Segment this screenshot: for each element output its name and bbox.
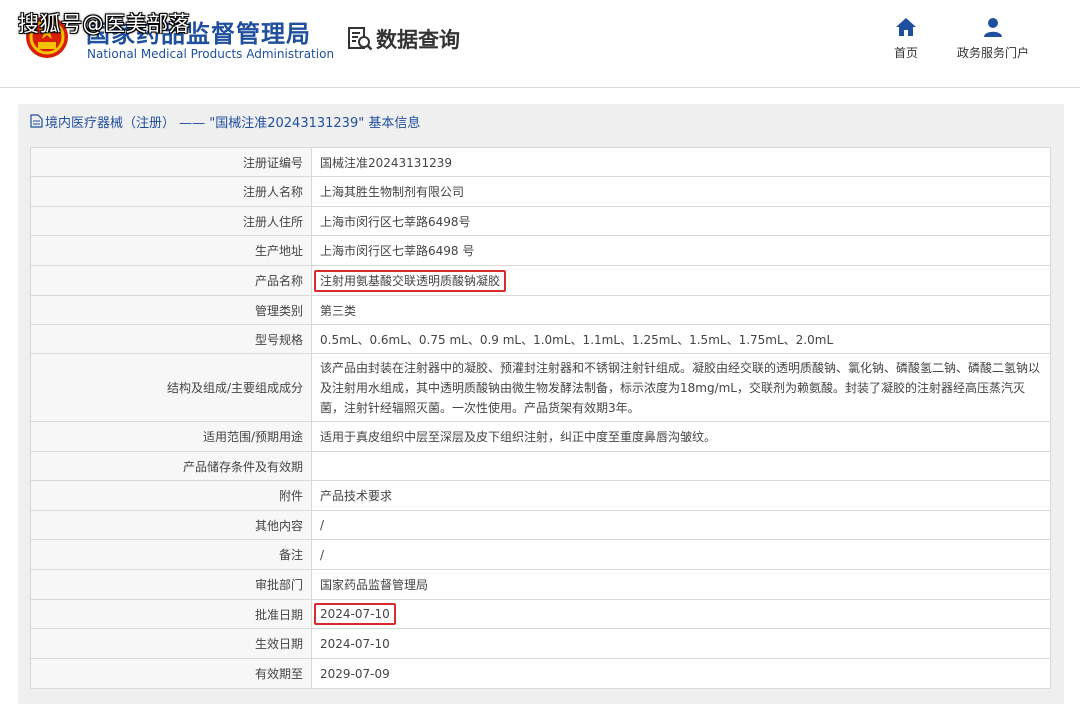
field-label: 管理类别 <box>30 295 312 325</box>
field-value: 适用于真皮组织中层至深层及皮下组织注射，纠正中度至重度鼻唇沟皱纹。 <box>311 421 1051 452</box>
field-label: 附件 <box>30 480 312 511</box>
field-label: 审批部门 <box>30 569 312 600</box>
nav-home-link[interactable]: 首页 <box>886 16 926 61</box>
watermark: 搜狐号@医美部落 <box>18 12 190 36</box>
table-row: 批准日期 2024-07-10 <box>30 599 1051 629</box>
table-row: 其他内容 / <box>30 510 1051 540</box>
nav-gov-service-label: 政务服务门户 <box>956 46 1029 60</box>
table-row: 注册人住所 上海市闵行区七莘路6498号 <box>30 206 1051 236</box>
table-row: 备注 / <box>30 539 1051 570</box>
field-label: 注册人名称 <box>30 176 312 207</box>
data-query-heading: 数据查询 <box>347 25 460 53</box>
field-value <box>311 451 1051 481</box>
field-label: 批准日期 <box>30 599 312 629</box>
table-row: 产品名称 注射用氨基酸交联透明质酸钠凝胶 <box>30 265 1051 296</box>
field-label: 有效期至 <box>30 658 312 689</box>
field-value: 0.5mL、0.6mL、0.75 mL、0.9 mL、1.0mL、1.1mL、1… <box>311 324 1051 354</box>
panel-title-bar: 境内医疗器械（注册） —— "国械注准20243131239" 基本信息 <box>18 104 1064 138</box>
site-logo-subtitle: National Medical Products Administration <box>87 47 335 61</box>
registration-info-table: 注册证编号 国械注准20243131239 注册人名称 上海其胜生物制剂有限公司 注册人… <box>30 147 1051 689</box>
document-icon <box>30 114 43 128</box>
field-label: 备注 <box>30 539 312 570</box>
field-value: 第三类 <box>311 295 1051 325</box>
field-value: 2029-07-09 <box>311 658 1051 689</box>
field-label: 注册人住所 <box>30 206 312 236</box>
table-row: 结构及组成/主要组成成分 该产品由封装在注射器中的凝胶、预灌封注射器和不锈钢注射针… <box>30 353 1051 422</box>
field-value: 上海其胜生物制剂有限公司 <box>311 176 1051 207</box>
field-label: 生产地址 <box>30 235 312 266</box>
field-label: 其他内容 <box>30 510 312 540</box>
table-row: 有效期至 2029-07-09 <box>30 658 1051 689</box>
table-row: 型号规格 0.5mL、0.6mL、0.75 mL、0.9 mL、1.0mL、1.1… <box>30 324 1051 354</box>
field-value: 国家药品监督管理局 <box>311 569 1051 600</box>
panel-title: 境内医疗器械（注册） —— "国械注准20243131239" 基本信息 <box>45 115 421 131</box>
field-label: 适用范围/预期用途 <box>30 421 312 452</box>
field-value: 产品技术要求 <box>311 480 1051 511</box>
field-value: / <box>311 510 1051 540</box>
table-row: 注册证编号 国械注准20243131239 <box>30 147 1051 177</box>
field-label: 生效日期 <box>30 628 312 659</box>
field-value: 注射用氨基酸交联透明质酸钠凝胶 <box>311 265 1051 296</box>
table-row: 管理类别 第三类 <box>30 295 1051 325</box>
field-value: 上海市闵行区七莘路6498号 <box>311 206 1051 236</box>
table-row: 附件 产品技术要求 <box>30 480 1051 511</box>
field-label: 结构及组成/主要组成成分 <box>30 353 312 422</box>
nav-home-label: 首页 <box>893 46 918 60</box>
table-row: 审批部门 国家药品监督管理局 <box>30 569 1051 600</box>
field-label: 型号规格 <box>30 324 312 354</box>
highlighted-value: 注射用氨基酸交联透明质酸钠凝胶 <box>314 270 507 292</box>
site-header: 搜狐号@医美部落 国家药品监督管理局 National Medical Prod… <box>0 0 1080 88</box>
field-label: 注册证编号 <box>30 147 312 177</box>
data-query-label: 数据查询 <box>376 28 460 52</box>
field-label: 产品名称 <box>30 265 312 296</box>
field-value: 2024-07-10 <box>311 599 1051 629</box>
highlighted-value: 2024-07-10 <box>314 603 396 625</box>
nav-gov-service-link[interactable]: 政务服务门户 <box>950 16 1036 61</box>
field-value: / <box>311 539 1051 570</box>
field-value: 该产品由封装在注射器中的凝胶、预灌封注射器和不锈钢注射针组成。凝胶由经交联的透明… <box>311 353 1051 422</box>
header-divider <box>0 87 1080 88</box>
user-icon <box>984 18 1002 37</box>
field-value: 上海市闵行区七莘路6498 号 <box>311 235 1051 266</box>
table-row: 注册人名称 上海其胜生物制剂有限公司 <box>30 176 1051 207</box>
field-label: 产品储存条件及有效期 <box>30 451 312 481</box>
detail-panel: 境内医疗器械（注册） —— "国械注准20243131239" 基本信息 注册证… <box>18 104 1064 704</box>
document-search-icon <box>348 27 373 51</box>
home-icon <box>896 18 916 36</box>
field-value: 国械注准20243131239 <box>311 147 1051 177</box>
table-row: 生效日期 2024-07-10 <box>30 628 1051 659</box>
table-row: 产品储存条件及有效期 <box>30 451 1051 481</box>
field-value: 2024-07-10 <box>311 628 1051 659</box>
table-row: 适用范围/预期用途 适用于真皮组织中层至深层及皮下组织注射，纠正中度至重度鼻唇沟皱… <box>30 421 1051 452</box>
table-row: 生产地址 上海市闵行区七莘路6498 号 <box>30 235 1051 266</box>
